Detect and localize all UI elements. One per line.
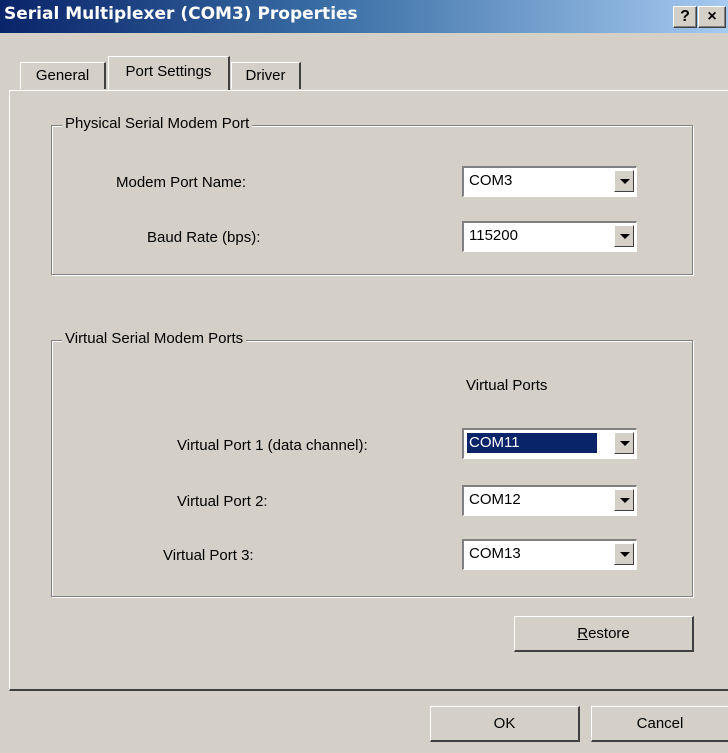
physical-port-group-legend: Physical Serial Modem Port [62,115,253,132]
virtual-port-3-combobox[interactable]: COM13 [462,539,637,570]
virtual-port-3-label: Virtual Port 3: [163,547,254,564]
virtual-port-1-combobox[interactable]: COM11 [462,428,637,459]
close-icon: × [707,8,717,25]
virtual-port-2-combobox[interactable]: COM12 [462,485,637,516]
virtual-port-3-dropdown-button[interactable] [614,543,634,565]
tab-port-settings-label: Port Settings [125,63,212,80]
chevron-down-icon [620,179,630,184]
tab-port-settings[interactable]: Port Settings [108,56,230,90]
tab-driver-label: Driver [245,67,286,84]
baud-rate-dropdown-button[interactable] [614,225,634,247]
virtual-ports-header: Virtual Ports [466,377,548,394]
virtual-ports-group-legend: Virtual Serial Modem Ports [62,330,247,347]
virtual-port-3-value: COM13 [469,545,521,562]
restore-mnemonic: R [577,625,589,642]
virtual-port-1-dropdown-button[interactable] [614,432,634,454]
close-button[interactable]: × [698,6,726,28]
modem-port-name-label: Modem Port Name: [116,174,247,191]
baud-rate-label: Baud Rate (bps): [147,229,261,246]
chevron-down-icon [620,552,630,557]
chevron-down-icon [620,498,630,503]
cancel-button[interactable]: Cancel [591,706,728,742]
baud-rate-combobox[interactable]: 115200 [462,221,637,252]
tab-driver[interactable]: Driver [231,62,301,89]
tab-general-label: General [35,67,90,84]
restore-button[interactable]: Restore [514,616,694,652]
window-title: Serial Multiplexer (COM3) Properties [4,4,358,24]
virtual-port-2-label: Virtual Port 2: [177,493,268,510]
modem-port-dropdown-button[interactable] [614,170,634,192]
ok-button[interactable]: OK [430,706,580,742]
modem-port-name-value: COM3 [469,172,513,189]
virtual-port-2-value: COM12 [469,491,521,508]
help-button[interactable]: ? [673,6,697,28]
cancel-button-label: Cancel [636,715,684,732]
virtual-port-1-value: COM11 [466,432,598,454]
help-icon: ? [680,8,690,25]
ok-button-label: OK [493,715,516,732]
tab-general[interactable]: General [20,62,106,89]
chevron-down-icon [620,441,630,446]
virtual-port-2-dropdown-button[interactable] [614,489,634,511]
virtual-port-1-label: Virtual Port 1 (data channel): [177,437,368,454]
restore-button-label: estore [588,625,630,642]
physical-port-group [51,125,693,275]
baud-rate-value: 115200 [469,227,518,244]
chevron-down-icon [620,234,630,239]
modem-port-name-combobox[interactable]: COM3 [462,166,637,197]
